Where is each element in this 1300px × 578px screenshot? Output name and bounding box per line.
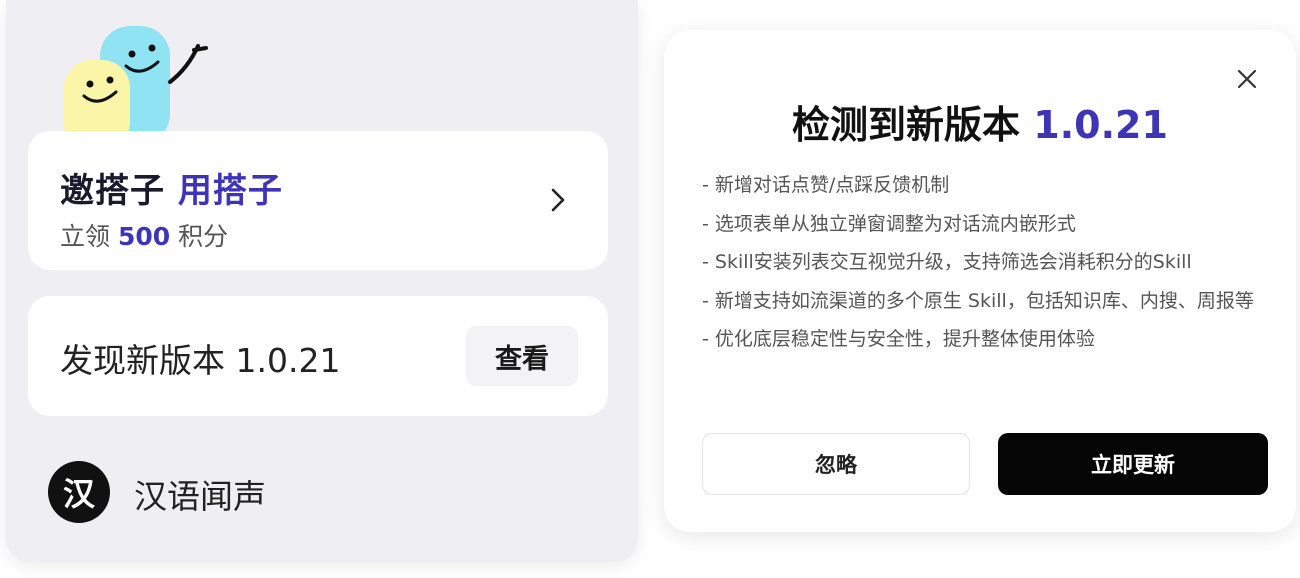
release-notes: - 新增对话点赞/点踩反馈机制 - 选项表单从独立弹窗调整为对话流内嵌形式 - … bbox=[702, 166, 1272, 359]
new-version-card: 发现新版本 1.0.21 查看 bbox=[28, 296, 608, 416]
release-note-item: - 新增对话点赞/点踩反馈机制 bbox=[702, 174, 950, 196]
mascot-illustration bbox=[64, 26, 208, 140]
release-note-item: - 优化底层稳定性与安全性，提升整体使用体验 bbox=[702, 328, 1095, 350]
new-version-text: 发现新版本 1.0.21 bbox=[60, 341, 341, 380]
update-now-button[interactable]: 立即更新 bbox=[998, 433, 1268, 495]
invite-subtitle: 立领 500 积分 bbox=[60, 222, 229, 251]
view-button[interactable]: 查看 bbox=[466, 326, 578, 386]
han-item-label[interactable]: 汉语闻声 bbox=[134, 470, 266, 518]
ignore-button[interactable]: 忽略 bbox=[702, 433, 970, 495]
left-panel: 邀搭子 用搭子 立领 500 积分 发现新版本 1.0.21 查看 汉 汉语闻声 bbox=[6, 0, 638, 562]
release-note-item: - 新增支持如流渠道的多个原生 Skill，包括知识库、内搜、周报等 bbox=[702, 289, 1254, 312]
dialog-title: 检测到新版本 1.0.21 bbox=[792, 103, 1168, 147]
release-note-item: - 选项表单从独立弹窗调整为对话流内嵌形式 bbox=[702, 212, 1076, 235]
invite-card[interactable]: 邀搭子 用搭子 立领 500 积分 bbox=[28, 131, 608, 270]
update-dialog: 检测到新版本 1.0.21 - 新增对话点赞/点踩反馈机制 - 选项表单从独立弹… bbox=[664, 30, 1296, 532]
han-icon: 汉 bbox=[48, 461, 110, 523]
close-icon[interactable] bbox=[1236, 68, 1258, 90]
chevron-right-icon bbox=[551, 188, 565, 212]
release-note-item: - Skill安装列表交互视觉升级，支持筛选会消耗积分的Skill bbox=[702, 251, 1192, 273]
invite-title: 邀搭子 用搭子 bbox=[60, 171, 283, 211]
